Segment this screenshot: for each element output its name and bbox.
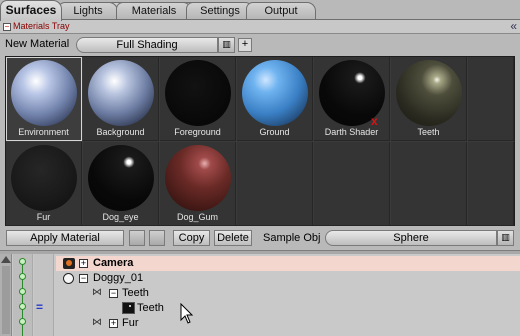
material-label: Background (96, 127, 145, 137)
error-x-icon: x (371, 114, 378, 128)
node-dot[interactable] (19, 318, 26, 325)
collapse-doggy-icon[interactable]: − (79, 274, 88, 283)
sample-menu-icon[interactable]: ▥ (497, 230, 514, 246)
doggy-label: Doggy_01 (93, 272, 144, 284)
expand-fur-icon[interactable]: + (109, 319, 118, 328)
material-thumb-icon (122, 302, 135, 314)
tray-title: Materials Tray (13, 21, 70, 31)
material-preview-dog-eye (88, 145, 154, 211)
material-preview-teeth (396, 60, 462, 126)
collapse-toggle-icon[interactable]: − (3, 23, 11, 31)
new-material-label: New Material (5, 38, 70, 50)
material-label: Foreground (174, 127, 221, 137)
tab-materials[interactable]: Materials (116, 2, 192, 20)
material-label: Teeth (417, 127, 440, 137)
material-cell-background[interactable]: Background (83, 57, 159, 141)
blank-button-2[interactable] (149, 230, 165, 246)
material-cell-darth-shader[interactable]: x Darth Shader (314, 57, 390, 141)
material-cell-teeth[interactable]: Teeth (391, 57, 467, 141)
scroll-track[interactable] (2, 266, 10, 334)
material-cell-empty (237, 142, 313, 226)
tab-output-front[interactable]: Output (246, 2, 316, 20)
blank-button-1[interactable] (129, 230, 145, 246)
material-label: Ground (259, 127, 290, 137)
material-cell-dog-gum[interactable]: Dog_Gum (160, 142, 236, 226)
material-cell-environment[interactable]: Environment (6, 57, 82, 141)
material-controls: Apply Material Copy Delete Sample Obj Sp… (0, 228, 520, 248)
add-material-button[interactable]: + (238, 38, 252, 52)
new-material-row: New Material Full Shading ▥ + (0, 35, 520, 55)
material-preview-fur (11, 145, 77, 211)
material-preview-background (88, 60, 154, 126)
material-preview-foreground (165, 60, 231, 126)
fur-label: Fur (122, 317, 139, 329)
sample-obj-select[interactable]: Sphere (325, 230, 497, 246)
node-dot[interactable] (19, 273, 26, 280)
material-cell-fur[interactable]: Fur (6, 142, 82, 226)
shading-mode-button[interactable]: Full Shading (76, 37, 218, 53)
node-dot[interactable] (19, 303, 26, 310)
state-column (34, 254, 54, 336)
node-dot[interactable] (19, 258, 26, 265)
delete-button[interactable]: Delete (214, 230, 252, 246)
material-label: Environment (18, 127, 69, 137)
camera-icon (63, 258, 75, 269)
tree-row-fur[interactable]: ⋈ + Fur (56, 316, 520, 331)
material-cell-empty (314, 142, 390, 226)
node-dot[interactable] (19, 288, 26, 295)
object-icon (63, 273, 74, 284)
material-preview-ground (242, 60, 308, 126)
bones-icon: ⋈ (92, 317, 102, 328)
material-cell-dog-eye[interactable]: Dog_eye (83, 142, 159, 226)
tree-row-teeth-material[interactable]: Teeth (56, 301, 520, 316)
teeth-material-label: Teeth (137, 302, 164, 314)
material-cell-empty (468, 57, 514, 141)
materials-tray-header: − Materials Tray « (0, 19, 520, 34)
tree-scrollbar[interactable] (0, 254, 12, 336)
expand-arrows-icon[interactable]: « (510, 19, 517, 33)
material-cell-empty (391, 142, 467, 226)
material-label: Dog_eye (102, 212, 139, 222)
collapse-teeth-icon[interactable]: − (109, 289, 118, 298)
tab-settings[interactable]: Settings (186, 2, 254, 20)
tab-bar: Lights Output Lights Materials Settings … (0, 0, 520, 21)
material-cell-foreground[interactable]: Foreground (160, 57, 236, 141)
material-label: Fur (36, 212, 51, 222)
scene-tree: + Camera − Doggy_01 ⋈ − Teeth Teeth ⋈ + … (0, 254, 520, 336)
material-cell-empty (468, 142, 514, 226)
materials-grid: Environment Background Foreground Ground… (5, 56, 515, 226)
material-preview-dog-gum (165, 145, 231, 211)
tree-row-teeth-group[interactable]: ⋈ − Teeth (56, 286, 520, 301)
material-label: Darth Shader (324, 127, 379, 137)
expand-camera-icon[interactable]: + (79, 259, 88, 268)
copy-button[interactable]: Copy (173, 230, 210, 246)
tree-row-camera[interactable]: + Camera (56, 256, 520, 271)
material-label: Dog_Gum (176, 212, 219, 222)
mouse-cursor-icon (180, 303, 194, 324)
link-indicator: = (36, 300, 44, 314)
bones-icon: ⋈ (92, 287, 102, 298)
teeth-group-label: Teeth (122, 287, 149, 299)
camera-label: Camera (93, 257, 134, 269)
material-cell-ground[interactable]: Ground (237, 57, 313, 141)
apply-material-button[interactable]: Apply Material (6, 230, 124, 246)
material-preview-environment (11, 60, 77, 126)
tab-surfaces[interactable]: Surfaces (0, 0, 62, 21)
tree-row-doggy[interactable]: − Doggy_01 (56, 271, 520, 286)
tab-lights-front[interactable]: Lights (58, 2, 118, 20)
shading-menu-icon[interactable]: ▥ (218, 37, 235, 53)
scroll-up-icon[interactable] (1, 256, 11, 263)
sample-obj-label: Sample Obj (263, 232, 321, 244)
